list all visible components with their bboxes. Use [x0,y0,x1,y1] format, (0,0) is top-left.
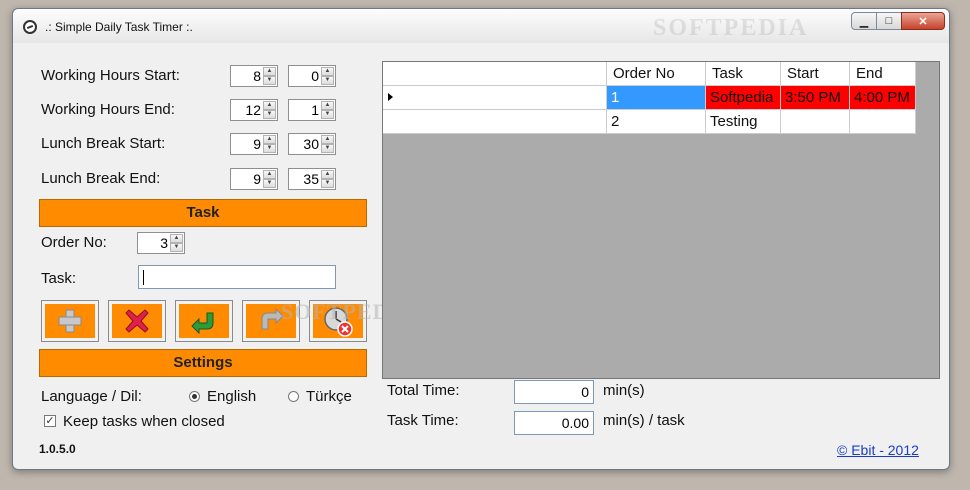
stepper-value: 30 [303,136,319,152]
text-caret [143,270,144,285]
x-icon [125,309,149,333]
main-window: .: Simple Daily Task Timer :. SOFTPEDIA … [12,8,950,470]
keep-tasks-label[interactable]: Keep tasks when closed [63,413,225,430]
close-button[interactable]: ✕ [901,12,945,30]
maximize-button[interactable]: □ [876,12,902,30]
down-arrow-icon[interactable]: ▼ [321,179,334,188]
working-hours-start-label: Working Hours Start: [41,67,180,84]
total-time-field: 0 [514,380,594,404]
start-task-button[interactable] [175,300,233,342]
working-start-hour-stepper[interactable]: 8 ▲ ▼ [230,65,278,87]
table-cell-task[interactable]: Softpedia [706,86,781,110]
column-header-end[interactable]: End [850,62,916,86]
language-label: Language / Dil: [41,388,142,405]
down-arrow-icon[interactable]: ▼ [321,110,334,119]
down-arrow-icon[interactable]: ▼ [263,144,276,153]
up-arrow-icon[interactable]: ▲ [263,67,276,76]
grid-corner-header [383,62,607,86]
english-radio[interactable] [189,391,200,402]
table-cell-order[interactable]: 1 [607,86,706,110]
column-header-start[interactable]: Start [781,62,850,86]
working-start-min-stepper[interactable]: 0 ▲ ▼ [288,65,336,87]
lunch-start-hour-stepper[interactable]: 9 ▲ ▼ [230,133,278,155]
up-arrow-icon[interactable]: ▲ [263,170,276,179]
task-time-field: 0.00 [514,411,594,435]
task-time-label: Task Time: [387,412,459,429]
up-arrow-icon[interactable]: ▲ [321,135,334,144]
keep-tasks-checkbox[interactable]: ✓ [44,415,56,427]
down-arrow-icon[interactable]: ▼ [321,76,334,85]
settings-section-header: Settings [39,349,367,377]
total-time-label: Total Time: [387,382,460,399]
title-watermark: SOFTPEDIA [653,15,809,41]
table-cell-end[interactable] [850,110,916,134]
up-arrow-icon[interactable]: ▲ [263,101,276,110]
window-title: .: Simple Daily Task Timer :. [45,20,193,34]
table-cell-end[interactable]: 4:00 PM [850,86,916,110]
english-radio-label[interactable]: English [207,388,256,405]
turkish-radio[interactable] [288,391,299,402]
down-arrow-icon[interactable]: ▼ [263,110,276,119]
stepper-value: 12 [245,102,261,118]
lunch-break-start-label: Lunch Break Start: [41,135,166,152]
task-time-unit: min(s) / task [603,412,685,429]
title-bar[interactable]: .: Simple Daily Task Timer :. SOFTPEDIA … [13,9,949,43]
current-row-indicator-icon [388,93,393,101]
order-no-label: Order No: [41,234,107,251]
stepper-value: 1 [311,102,319,118]
lunch-end-min-stepper[interactable]: 35 ▲ ▼ [288,168,336,190]
stepper-value: 8 [253,68,261,84]
table-row-header[interactable] [383,86,607,110]
total-time-unit: min(s) [603,382,645,399]
stepper-value: 0 [311,68,319,84]
turkish-radio-label[interactable]: Türkçe [306,388,352,405]
stepper-value: 35 [303,171,319,187]
task-section-header: Task [39,199,367,227]
working-end-hour-stepper[interactable]: 12 ▲ ▼ [230,99,278,121]
table-cell-task[interactable]: Testing [706,110,781,134]
up-arrow-icon[interactable]: ▲ [321,170,334,179]
task-input[interactable] [138,265,336,289]
down-arrow-icon[interactable]: ▼ [170,243,183,252]
total-time-value: 0 [581,384,589,400]
up-arrow-icon[interactable]: ▲ [263,135,276,144]
app-icon [23,20,37,34]
stepper-value: 3 [160,235,168,251]
down-arrow-icon[interactable]: ▼ [263,76,276,85]
working-end-min-stepper[interactable]: 1 ▲ ▼ [288,99,336,121]
working-hours-end-label: Working Hours End: [41,101,175,118]
down-arrow-icon[interactable]: ▼ [321,144,334,153]
task-time-value: 0.00 [561,415,589,431]
column-header-task[interactable]: Task [706,62,781,86]
lunch-start-min-stepper[interactable]: 30 ▲ ▼ [288,133,336,155]
table-row-header[interactable] [383,110,607,134]
stepper-value: 9 [253,171,261,187]
task-grid[interactable]: Order No Task Start End 1 Softpedia 3:50… [382,61,940,379]
lunch-break-end-label: Lunch Break End: [41,170,161,187]
add-task-button[interactable] [41,300,99,342]
order-no-stepper[interactable]: 3 ▲ ▼ [137,232,185,254]
delete-task-button[interactable] [108,300,166,342]
lunch-end-hour-stepper[interactable]: 9 ▲ ▼ [230,168,278,190]
task-label: Task: [41,270,77,287]
table-cell-start[interactable]: 3:50 PM [781,86,850,110]
green-arrow-icon [191,312,214,335]
table-cell-start[interactable] [781,110,850,134]
minimize-button[interactable]: ▁ [851,12,877,30]
copyright-link[interactable]: © Ebit - 2012 [837,442,919,458]
column-header-order-no[interactable]: Order No [607,62,706,86]
version-label: 1.0.5.0 [39,442,76,456]
plus-icon [58,309,82,333]
up-arrow-icon[interactable]: ▲ [321,101,334,110]
stepper-value: 9 [253,136,261,152]
up-arrow-icon[interactable]: ▲ [321,67,334,76]
up-arrow-icon[interactable]: ▲ [170,234,183,243]
table-cell-order[interactable]: 2 [607,110,706,134]
down-arrow-icon[interactable]: ▼ [263,179,276,188]
